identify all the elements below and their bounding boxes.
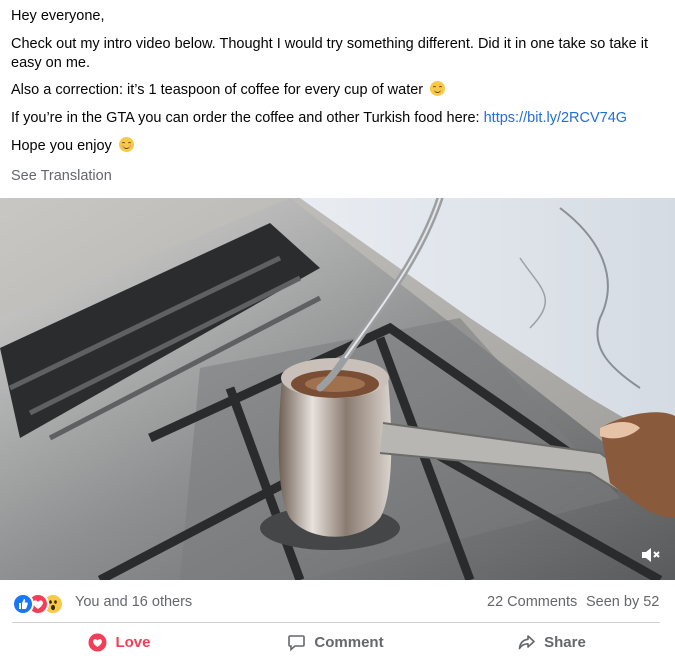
post-stats: You and 16 others 22 Comments Seen by 52 [0, 580, 675, 624]
comment-bubble-icon [288, 635, 306, 652]
post-actions: Love Comment Share [12, 624, 660, 661]
reaction-icons[interactable] [12, 593, 72, 615]
post-paragraph: Check out my intro video below. Thought … [11, 36, 649, 71]
see-translation-link[interactable]: See Translation [11, 168, 112, 184]
video-player[interactable] [0, 198, 675, 580]
post-closing: Hope you enjoy [11, 137, 134, 156]
share-label: Share [544, 634, 586, 651]
post-correction: Also a correction: it’s 1 teaspoon of co… [11, 81, 446, 100]
post-order-info: If you’re in the GTA you can order the c… [11, 109, 627, 128]
reactions-summary[interactable]: You and 16 others [75, 594, 192, 610]
share-arrow-icon [518, 635, 535, 650]
smile-emoji-icon [430, 81, 446, 96]
like-icon [12, 593, 34, 615]
comment-label: Comment [314, 634, 384, 651]
order-link[interactable]: https://bit.ly/2RCV74G [484, 110, 627, 126]
love-button[interactable]: Love [12, 624, 227, 661]
love-label: Love [115, 634, 151, 651]
post-greeting: Hey everyone, [11, 8, 105, 24]
speaker-muted-icon[interactable] [639, 544, 661, 566]
post-order-text: If you’re in the GTA you can order the c… [11, 110, 484, 126]
post-correction-text: Also a correction: it’s 1 teaspoon of co… [11, 82, 424, 98]
blush-emoji-icon [118, 137, 134, 152]
comment-button[interactable]: Comment [228, 624, 443, 661]
seen-by-count: Seen by 52 [586, 594, 660, 610]
share-button[interactable]: Share [444, 624, 659, 661]
post-closing-text: Hope you enjoy [11, 138, 112, 154]
heart-icon [88, 633, 107, 652]
comments-count[interactable]: 22 Comments [487, 594, 577, 610]
video-frame [0, 198, 675, 580]
divider [12, 622, 660, 623]
